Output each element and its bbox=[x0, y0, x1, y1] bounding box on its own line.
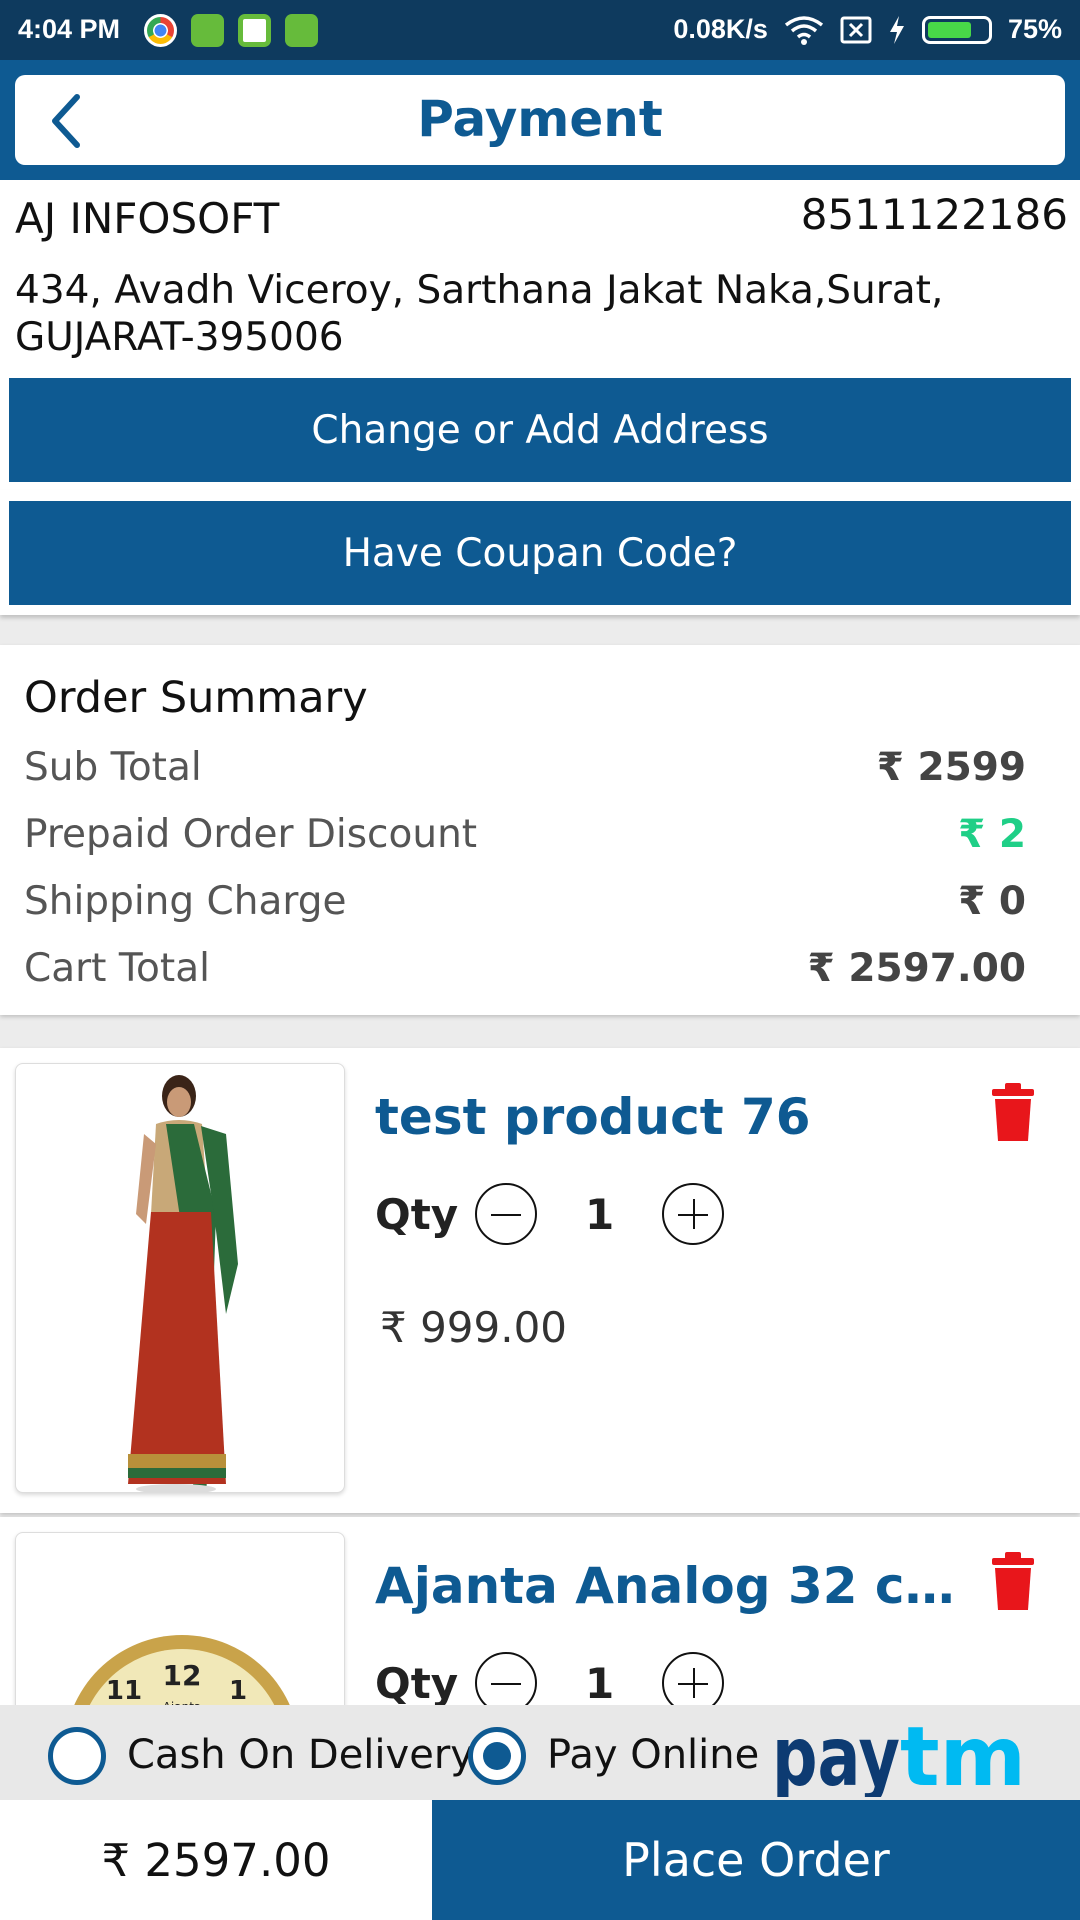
summary-label: Cart Total bbox=[24, 946, 210, 991]
qty-decrease-button[interactable] bbox=[475, 1183, 537, 1245]
change-address-button[interactable]: Change or Add Address bbox=[9, 378, 1071, 482]
status-time: 4:04 PM bbox=[18, 14, 121, 44]
battery-percent: 75% bbox=[1007, 14, 1062, 44]
product-price: ₹ 999.00 bbox=[380, 1303, 568, 1352]
svg-text:tm: tm bbox=[900, 1713, 1026, 1797]
svg-text:11: 11 bbox=[106, 1676, 142, 1706]
chrome-icon bbox=[144, 14, 177, 47]
android-app-icon bbox=[285, 14, 318, 47]
paytm-logo: pay tm bbox=[772, 1713, 1026, 1797]
network-speed: 0.08K/s bbox=[673, 14, 768, 44]
address-line: 434, Avadh Viceroy, Sarthana Jakat Naka,… bbox=[15, 268, 944, 360]
delete-icon[interactable] bbox=[990, 1083, 1036, 1141]
cart-item: test product 76 Qty 1 ₹ 999.00 bbox=[0, 1048, 1080, 1513]
summary-row-subtotal: Sub Total ₹ 2599 bbox=[24, 745, 1026, 795]
order-summary: Order Summary Sub Total ₹ 2599 Prepaid O… bbox=[0, 645, 1080, 1015]
wifi-icon bbox=[784, 15, 824, 45]
notification-icons bbox=[144, 14, 318, 47]
order-total: ₹ 2597.00 bbox=[0, 1800, 432, 1920]
address-name: AJ INFOSOFT bbox=[15, 194, 280, 243]
status-right: 0.08K/s 75% bbox=[673, 14, 1062, 45]
svg-text:1: 1 bbox=[229, 1676, 247, 1706]
payment-method-bar: Cash On Delivery Pay Online pay tm bbox=[0, 1705, 1080, 1800]
product-name[interactable]: test product 76 bbox=[375, 1088, 975, 1146]
product-name[interactable]: Ajanta Analog 32 cm X... bbox=[375, 1557, 975, 1615]
battery-icon bbox=[921, 15, 992, 44]
charging-icon bbox=[889, 15, 904, 44]
summary-label: Sub Total bbox=[24, 745, 202, 790]
summary-value: ₹ 2599 bbox=[876, 745, 1026, 790]
status-bar: 4:04 PM 0.08K/s 75% bbox=[0, 0, 1080, 60]
product-image[interactable] bbox=[15, 1063, 345, 1493]
place-order-button[interactable]: Place Order bbox=[432, 1800, 1080, 1920]
qty-increase-button[interactable] bbox=[662, 1183, 724, 1245]
whatsapp-icon bbox=[238, 14, 271, 47]
pay-online-radio[interactable] bbox=[468, 1727, 526, 1785]
summary-row-discount: Prepaid Order Discount ₹ 2 bbox=[24, 812, 1026, 862]
summary-value: ₹ 2597.00 bbox=[807, 946, 1026, 991]
qty-value: 1 bbox=[585, 1659, 615, 1708]
summary-value: ₹ 0 bbox=[958, 879, 1026, 924]
cash-on-delivery-radio[interactable] bbox=[48, 1727, 106, 1785]
app-header: Payment bbox=[15, 75, 1065, 165]
qty-label: Qty bbox=[375, 1659, 459, 1708]
summary-label: Prepaid Order Discount bbox=[24, 812, 478, 857]
no-sim-icon bbox=[840, 16, 872, 43]
delete-icon[interactable] bbox=[990, 1552, 1036, 1610]
bottom-bar: ₹ 2597.00 Place Order bbox=[0, 1800, 1080, 1920]
summary-row-shipping: Shipping Charge ₹ 0 bbox=[24, 879, 1026, 929]
summary-value: ₹ 2 bbox=[958, 812, 1026, 857]
summary-row-cart-total: Cart Total ₹ 2597.00 bbox=[24, 946, 1026, 996]
svg-text:pay: pay bbox=[772, 1713, 900, 1797]
page-title: Payment bbox=[417, 90, 663, 148]
svg-text:12: 12 bbox=[163, 1659, 202, 1692]
cash-on-delivery-label[interactable]: Cash On Delivery bbox=[127, 1732, 474, 1778]
qty-value: 1 bbox=[585, 1190, 615, 1239]
order-summary-title: Order Summary bbox=[24, 673, 368, 723]
summary-label: Shipping Charge bbox=[24, 879, 347, 924]
qty-label: Qty bbox=[375, 1190, 459, 1239]
address-phone: 8511122186 bbox=[800, 190, 1068, 239]
android-app-icon bbox=[191, 14, 224, 47]
pay-online-label[interactable]: Pay Online bbox=[547, 1732, 759, 1778]
coupon-code-button[interactable]: Have Coupan Code? bbox=[9, 501, 1071, 605]
